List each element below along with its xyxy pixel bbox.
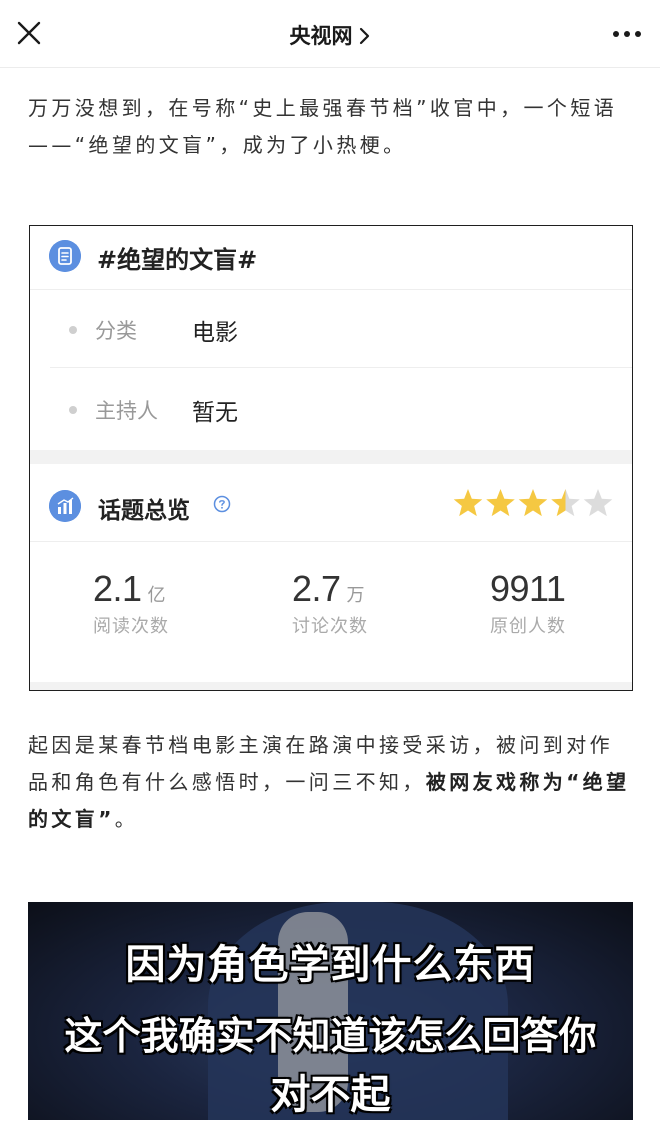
meta-key: 分类 — [95, 319, 137, 343]
meta-key: 主持人 — [95, 399, 158, 423]
star-icon — [453, 489, 483, 517]
subtitle-line-3: 对不起 — [270, 1072, 391, 1118]
bar-chart-icon — [49, 490, 81, 522]
rating-stars — [453, 489, 613, 517]
star-icon — [486, 489, 515, 517]
meta-value: 电影 — [192, 320, 238, 346]
article-paragraph-2: 起因是某春节档电影主演在路演中接受采访，被问到对作品和角色有什么感悟时，一问三不… — [28, 727, 634, 838]
topic-card-image: #绝望的文盲# 分类 电影 主持人 暂无 话题总览 2.1 亿 阅读次数 2.7… — [29, 225, 633, 691]
card-bottom-strip — [30, 682, 632, 690]
stat-original-authors: 9911 原创人数 — [490, 568, 632, 638]
section-divider — [30, 450, 632, 464]
account-title-link[interactable]: 央视网 — [0, 20, 660, 50]
stat-value: 2.7 — [292, 568, 341, 609]
more-icon[interactable] — [612, 24, 642, 44]
overview-title: 话题总览 — [98, 498, 190, 524]
meta-row-category: 分类 电影 — [50, 290, 632, 368]
topic-overview-header: 话题总览 — [30, 464, 632, 542]
chevron-right-icon — [359, 27, 369, 45]
topic-title: #绝望的文盲# — [97, 246, 258, 274]
subtitle-line-2: 这个我确实不知道该怎么回答你 — [64, 1014, 597, 1058]
article-paragraph-1: 万万没想到，在号称“史上最强春节档”收官中，一个短语——“绝望的文盲”，成为了小… — [28, 96, 618, 157]
star-icon — [551, 489, 580, 517]
bullet-dot — [69, 406, 77, 414]
bullet-dot — [69, 326, 77, 334]
meta-row-host: 主持人 暂无 — [50, 370, 632, 448]
stat-reads: 2.1 亿 阅读次数 — [93, 568, 273, 638]
stat-label: 讨论次数 — [292, 616, 368, 637]
subtitle-line-1: 因为角色学到什么东西 — [125, 942, 536, 988]
stat-unit: 亿 — [147, 585, 166, 606]
stat-unit: 万 — [346, 585, 365, 606]
star-icon — [583, 489, 613, 517]
stat-discussions: 2.7 万 讨论次数 — [292, 568, 472, 638]
stat-value: 2.1 — [93, 568, 142, 609]
stat-value: 9911 — [490, 568, 566, 609]
meta-value: 暂无 — [192, 400, 238, 426]
star-icon — [518, 489, 548, 517]
topic-list-icon — [49, 240, 81, 272]
stat-label: 阅读次数 — [93, 616, 169, 637]
topic-stats: 2.1 亿 阅读次数 2.7 万 讨论次数 9911 原创人数 — [30, 542, 632, 682]
topic-header: #绝望的文盲# — [30, 226, 632, 290]
paragraph-text-end: 。 — [114, 807, 139, 831]
account-name: 央视网 — [289, 24, 353, 48]
stat-label: 原创人数 — [490, 616, 566, 637]
help-icon[interactable] — [213, 495, 231, 513]
nav-bar: 央视网 — [0, 0, 660, 68]
video-still-image: 因为角色学到什么东西 这个我确实不知道该怎么回答你 对不起 — [28, 902, 633, 1120]
